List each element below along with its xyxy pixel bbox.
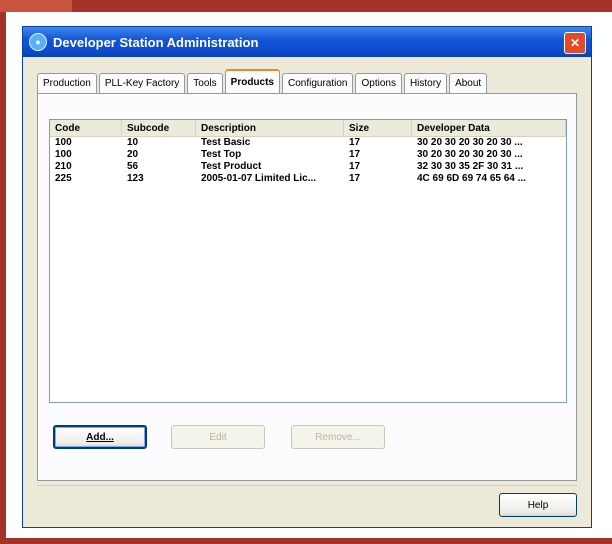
cell-code: 100 (55, 137, 72, 148)
cell-code: 100 (55, 149, 72, 160)
close-button[interactable]: ✕ (564, 32, 586, 54)
tab-configuration[interactable]: Configuration (282, 73, 354, 93)
cell-size: 17 (349, 137, 361, 148)
cell-description: 2005-01-07 Limited Lic... (201, 173, 317, 184)
title-bar[interactable]: ● Developer Station Administration ✕ (23, 27, 591, 57)
tab-pll-key-factory[interactable]: PLL-Key Factory (98, 73, 186, 93)
column-header-code[interactable]: Code (50, 120, 122, 136)
window-title: Developer Station Administration (53, 34, 259, 50)
remove-button[interactable]: Remove... (291, 425, 385, 449)
edit-button[interactable]: Edit (171, 425, 265, 449)
cell-developer-data: 30 20 30 20 30 20 30 ... (417, 149, 523, 160)
cell-subcode: 20 (127, 149, 139, 160)
help-button[interactable]: Help (499, 493, 577, 517)
cell-description: Test Top (201, 149, 242, 160)
remove-button-label: Remove... (315, 431, 361, 443)
add-button-label: Add... (86, 431, 114, 443)
admin-dialog: ● Developer Station Administration ✕ Pro… (22, 26, 592, 528)
cell-subcode: 10 (127, 137, 139, 148)
tab-history[interactable]: History (403, 73, 448, 93)
table-row[interactable]: 100 10 Test Basic 17 30 20 30 20 30 20 3… (50, 137, 566, 149)
tab-strip: Production PLL-Key Factory Tools Product… (37, 69, 489, 93)
cell-developer-data: 4C 69 6D 69 74 65 64 ... (417, 173, 526, 184)
cell-size: 17 (349, 149, 361, 160)
cell-size: 17 (349, 173, 361, 184)
help-button-label: Help (527, 499, 549, 511)
cell-description: Test Product (201, 161, 262, 172)
column-header-subcode[interactable]: Subcode (122, 120, 196, 136)
tab-production[interactable]: Production (37, 73, 97, 93)
column-header-developer-data[interactable]: Developer Data (412, 120, 566, 136)
cell-developer-data: 32 30 30 35 2F 30 31 ... (417, 161, 524, 172)
cell-description: Test Basic (201, 137, 251, 148)
table-row[interactable]: 210 56 Test Product 17 32 30 30 35 2F 30… (50, 161, 566, 173)
column-header-description[interactable]: Description (196, 120, 344, 136)
table-row[interactable]: 225 123 2005-01-07 Limited Lic... 17 4C … (50, 173, 566, 185)
products-list[interactable]: Code Subcode Description Size Developer … (49, 119, 567, 403)
tab-tools[interactable]: Tools (187, 73, 223, 93)
list-header: Code Subcode Description Size Developer … (50, 120, 566, 137)
tab-about[interactable]: About (449, 73, 488, 93)
cell-subcode: 56 (127, 161, 139, 172)
app-globe-icon: ● (29, 33, 47, 51)
column-header-size[interactable]: Size (344, 120, 412, 136)
cell-size: 17 (349, 161, 361, 172)
cell-code: 225 (55, 173, 72, 184)
footer-divider (37, 485, 577, 486)
cell-developer-data: 30 20 30 20 30 20 30 ... (417, 137, 523, 148)
tab-options[interactable]: Options (355, 73, 402, 93)
edit-button-label: Edit (209, 431, 227, 443)
cell-subcode: 123 (127, 173, 144, 184)
add-button[interactable]: Add... (53, 425, 147, 449)
frame-corner-accent (0, 0, 72, 12)
table-row[interactable]: 100 20 Test Top 17 30 20 30 20 30 20 30 … (50, 149, 566, 161)
cell-code: 210 (55, 161, 72, 172)
tab-products[interactable]: Products (224, 69, 280, 93)
